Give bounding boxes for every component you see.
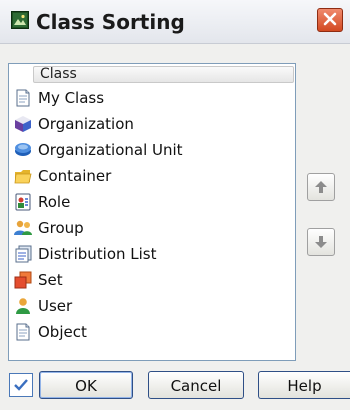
list-item[interactable]: Set	[11, 267, 293, 293]
arrow-up-icon	[315, 181, 327, 193]
move-up-button[interactable]	[307, 173, 335, 201]
document-icon	[13, 322, 33, 342]
user-icon	[13, 296, 33, 316]
list-item-label: Role	[38, 193, 71, 211]
organization-cube-icon	[13, 114, 33, 134]
role-icon	[13, 192, 33, 212]
list-item-label: Object	[38, 323, 87, 341]
list-item[interactable]: Organizational Unit	[11, 137, 293, 163]
list-item[interactable]: Group	[11, 215, 293, 241]
document-icon	[13, 88, 33, 108]
list-item-label: Container	[38, 167, 112, 185]
list-item[interactable]: Container	[11, 163, 293, 189]
distribution-list-icon	[13, 244, 33, 264]
list-item[interactable]: Role	[11, 189, 293, 215]
ok-button[interactable]: OK	[39, 371, 133, 399]
list-item-label: Organization	[38, 115, 134, 133]
list-item-label: Set	[38, 271, 63, 289]
list-item-label: Distribution List	[38, 245, 157, 263]
help-button[interactable]: Help	[258, 371, 350, 399]
list-item-label: Group	[38, 219, 84, 237]
list-item[interactable]: My Class	[11, 85, 293, 111]
arrow-down-icon	[315, 236, 327, 248]
list-item[interactable]: Distribution List	[11, 241, 293, 267]
folder-icon	[13, 166, 33, 186]
move-down-button[interactable]	[307, 228, 335, 256]
class-list[interactable]: Class My Class Organization Organization…	[8, 63, 296, 361]
window-title: Class Sorting	[36, 10, 185, 34]
list-item[interactable]: Organization	[11, 111, 293, 137]
column-header-class[interactable]: Class	[33, 66, 294, 83]
organizational-unit-icon	[13, 140, 33, 160]
list-item[interactable]: User	[11, 293, 293, 319]
cancel-button[interactable]: Cancel	[148, 371, 244, 399]
list-item[interactable]: Object	[11, 319, 293, 345]
list-item-label: Organizational Unit	[38, 141, 183, 159]
title-bar: Class Sorting	[0, 0, 350, 44]
list-item-label: My Class	[38, 89, 105, 107]
list-item-label: User	[38, 297, 73, 315]
app-icon	[11, 11, 29, 29]
close-button[interactable]	[317, 8, 343, 32]
close-icon	[323, 12, 337, 26]
check-icon	[9, 373, 33, 397]
group-icon	[13, 218, 33, 238]
set-icon	[13, 270, 33, 290]
